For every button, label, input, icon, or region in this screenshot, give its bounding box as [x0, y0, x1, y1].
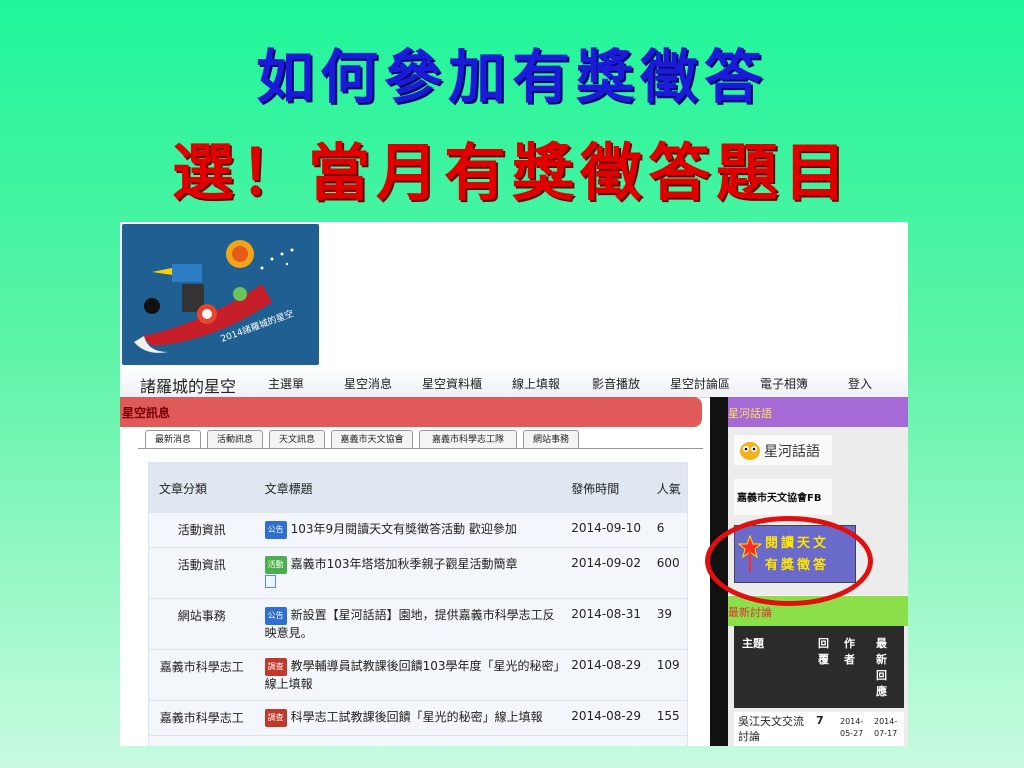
survey-badge: 調查 [264, 658, 287, 676]
nav-online-report[interactable]: 線上填報 [512, 375, 560, 392]
disc-col-author: 作者 [844, 637, 855, 666]
nav-photo-album[interactable]: 電子相簿 [760, 375, 808, 392]
row-views: 6 [646, 513, 687, 548]
row-title-link[interactable]: 科學志工試教課後回饋「星光的秘密」線上填報 [291, 710, 543, 724]
row-title-link[interactable]: 新設置【星河話語】園地，提供嘉義市科學志工反映意見。 [265, 608, 555, 640]
col-views: 人氣 [646, 463, 687, 513]
galaxy-talk-label: 星河話語 [764, 444, 820, 460]
sidebar-header-label: 星河話語 [728, 407, 772, 420]
disc-col-replies: 回覆 [818, 637, 829, 666]
row-views: 39 [646, 598, 687, 650]
discussion-row[interactable]: 吳江天文交流討論 7 2014-05-27 2014-07-17 [734, 712, 904, 746]
nav-star-news[interactable]: 星空消息 [344, 375, 392, 392]
table-row[interactable]: 活動資訊 公告 103年9月閱讀天文有獎徵答活動 歡迎參加 2014-09-10 … [149, 513, 687, 548]
column-divider [710, 397, 728, 746]
col-date: 發佈時間 [561, 463, 647, 513]
table-header-row: 文章分類 文章標題 發佈時間 人氣 [149, 463, 687, 513]
tab-science-volunteers[interactable]: 嘉義市科學志工隊 [419, 430, 517, 449]
discussion-table-header: 主題 回覆 作者 最新回應 [734, 626, 904, 708]
tab-astronomy[interactable]: 天文訊息 [269, 430, 325, 449]
telescope-sun-logo-icon: 2014諸羅城的星空 [134, 240, 295, 353]
row-category: 活動資訊 [149, 513, 255, 548]
site-logo[interactable]: 2014諸羅城的星空 [122, 224, 319, 365]
document-icon[interactable] [264, 575, 276, 588]
site-name[interactable]: 諸羅城的星空 [140, 373, 236, 397]
slide-title-line1: 如何參加有獎徵答 [255, 43, 768, 111]
survey-badge: 調查 [264, 709, 287, 727]
row-views: 109 [646, 649, 687, 701]
row-date: 2014-09-10 [561, 513, 647, 548]
nav-video[interactable]: 影音播放 [592, 375, 640, 392]
tab-latest[interactable]: 最新消息 [145, 430, 201, 449]
astro-society-fb-button[interactable]: 嘉義市天文協會FB [734, 479, 832, 515]
table-row[interactable]: 活動資訊 活動 嘉義市103年塔塔加秋季親子觀星活動簡章 2014-09-02 6… [149, 547, 687, 599]
row-date: 2014-08-29 [561, 649, 647, 701]
row-title-link[interactable]: 教學輔導員試教課後回饋103學年度「星光的秘密」線上填報 [265, 659, 560, 691]
reading-quiz-line2: 有獎徵答 [765, 558, 830, 573]
activity-badge: 活動 [264, 556, 287, 574]
table-row[interactable]: 嘉義市科學志工 調查 教學輔導員試教課後回饋103學年度「星光的秘密」線上填報 2… [149, 649, 687, 701]
row-category: 嘉義市科學志工 [149, 700, 255, 736]
fb-button-label: 嘉義市天文協會FB [737, 493, 822, 504]
nav-star-archive[interactable]: 星空資料櫃 [422, 375, 482, 392]
discussion-panel: 主題 回覆 作者 最新回應 吳江天文交流討論 7 2014-05-27 2014… [728, 626, 908, 746]
discussion-author-date: 2014-05-27 [840, 717, 864, 738]
tab-site-affairs[interactable]: 網站事務 [523, 430, 579, 449]
row-title-link[interactable]: 103年9月閱讀天文有獎徵答活動 歡迎參加 [291, 522, 517, 536]
row-views: 155 [646, 700, 687, 736]
notice-badge: 公告 [264, 607, 287, 625]
discussion-topic-link[interactable]: 吳江天文交流討論 [738, 714, 808, 744]
tab-divider [138, 448, 703, 449]
news-header-label: 星空訊息 [122, 406, 171, 420]
reading-quiz-line1: 閱讀天文 [765, 536, 830, 551]
tab-activity[interactable]: 活動訊息 [207, 430, 263, 449]
row-date: 2014-08-29 [561, 700, 647, 736]
col-category: 文章分類 [149, 463, 255, 513]
notice-badge: 公告 [264, 521, 287, 539]
top-nav: 諸羅城的星空 主選單 星空消息 星空資料櫃 線上填報 影音播放 星空討論區 電子… [120, 365, 908, 398]
disc-col-topic: 主題 [742, 637, 764, 650]
table-row[interactable]: 嘉義市科學志工 調查 科學志工試教課後回饋「星光的秘密」線上填報 2014-08-… [149, 700, 687, 736]
sidebar-header: 星河話語 [728, 397, 908, 427]
row-date: 2014-09-02 [561, 547, 647, 599]
row-category: 嘉義市科學志工 [149, 649, 255, 701]
news-header: 星空訊息 [120, 397, 702, 427]
star-wand-icon [738, 534, 762, 572]
row-category: 活動資訊 [149, 547, 255, 599]
nav-login[interactable]: 登入 [848, 375, 872, 392]
sidebar-panel: 星河話語 嘉義市天文協會FB 閱讀天文 有獎徵答 [728, 427, 908, 595]
discussion-header-label: 最新討論 [728, 606, 772, 619]
row-title-link[interactable]: 嘉義市103年塔塔加秋季親子觀星活動簡章 [291, 557, 518, 571]
slide-title-line2: 選！當月有獎徵答題目 [171, 136, 852, 209]
table-row[interactable]: 網站事務 公告 新設置【星河話語】園地，提供嘉義市科學志工反映意見。 2014-0… [149, 598, 687, 650]
reading-quiz-button[interactable]: 閱讀天文 有獎徵答 [734, 525, 856, 583]
discussion-latest-date: 2014-07-17 [874, 717, 898, 738]
discussion-header: 最新討論 [728, 596, 908, 626]
tab-astro-society[interactable]: 嘉義市天文協會 [331, 430, 413, 449]
row-category: 網站事務 [149, 598, 255, 650]
news-table: 文章分類 文章標題 發佈時間 人氣 活動資訊 公告 103年9月閱讀天文有獎徵答活… [148, 462, 688, 746]
nav-forum[interactable]: 星空討論區 [670, 375, 730, 392]
col-title: 文章標題 [254, 463, 562, 513]
row-views: 600 [646, 547, 687, 599]
discussion-replies: 7 [816, 714, 824, 727]
nav-main-menu[interactable]: 主選單 [268, 375, 304, 392]
disc-col-latest: 最新回應 [876, 637, 887, 698]
website-screenshot: 2014諸羅城的星空 諸羅城的星空 主選單 星空消息 星空資料櫃 線上填報 影音… [120, 222, 908, 746]
owl-icon [740, 442, 760, 460]
galaxy-talk-button[interactable]: 星河話語 [734, 435, 832, 465]
row-date: 2014-08-31 [561, 598, 647, 650]
